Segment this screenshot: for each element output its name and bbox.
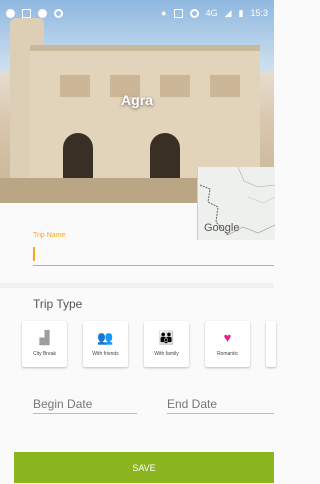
begin-date-underline — [33, 413, 137, 414]
trip-type-with-family[interactable]: 👪 With family — [144, 321, 189, 367]
end-date-field[interactable]: End Date — [167, 397, 217, 411]
trip-type-label: City Break — [32, 351, 57, 357]
notification-icon — [6, 8, 15, 18]
trip-name-label: Trip Name — [33, 232, 66, 239]
family-icon: 👪 — [158, 330, 175, 345]
city-title: Agra — [121, 92, 153, 108]
archway — [150, 133, 180, 183]
record-icon — [38, 8, 47, 18]
clock: 15:3 — [250, 8, 268, 18]
end-date-underline — [167, 413, 274, 414]
section-divider — [0, 283, 274, 288]
battery-icon: ▮ — [238, 7, 244, 18]
signal-icon: ◢ — [224, 7, 232, 18]
archway — [63, 133, 93, 183]
sync-icon — [54, 8, 63, 18]
heart-icon: ♥ — [223, 330, 232, 345]
trip-type-title: Trip Type — [33, 297, 83, 311]
status-bar: ● 4G ◢ ▮ 15:3 — [0, 0, 274, 26]
trip-type-with-friends[interactable]: 👥 With friends — [83, 321, 128, 367]
location-icon: ● — [161, 8, 167, 18]
trip-type-label: With friends — [92, 351, 119, 357]
text-cursor — [33, 247, 35, 261]
city-icon: ▟ — [39, 330, 50, 345]
trip-type-more[interactable] — [266, 321, 276, 367]
network-type: 4G — [205, 8, 218, 18]
friends-icon: 👥 — [97, 330, 114, 345]
begin-date-field[interactable]: Begin Date — [33, 397, 92, 411]
trip-type-label: Romantic — [216, 351, 239, 357]
trip-type-label: With family — [154, 351, 179, 357]
map-attribution: Google — [204, 222, 240, 234]
trip-type-city-break[interactable]: ▟ City Break — [22, 321, 67, 367]
vibrate-icon — [173, 8, 183, 18]
trip-type-options: ▟ City Break 👥 With friends 👪 With famil… — [22, 321, 276, 367]
save-button[interactable]: SAVE — [14, 452, 274, 483]
alarm-icon — [189, 8, 199, 18]
trip-name-input[interactable] — [33, 243, 274, 266]
trip-type-romantic[interactable]: ♥ Romantic — [205, 321, 250, 367]
map-thumbnail[interactable]: Google — [197, 167, 275, 240]
gallery-icon — [22, 8, 31, 18]
